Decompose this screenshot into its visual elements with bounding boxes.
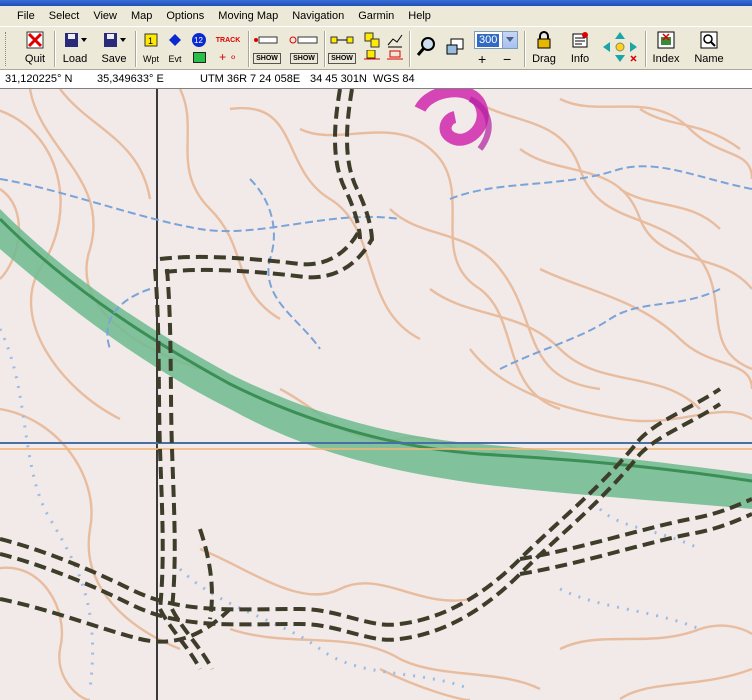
menu-garmin[interactable]: Garmin <box>351 6 401 26</box>
index-map-icon <box>657 30 675 50</box>
northing-readout: 34 45 301N <box>310 73 367 85</box>
toolbar-separator <box>324 31 326 67</box>
event-diamond-icon <box>168 30 182 50</box>
map-drawing <box>0 89 752 700</box>
zoom-magnifier-button[interactable] <box>414 30 438 68</box>
show-routes-label: SHOW <box>290 53 318 64</box>
route-tools-button[interactable] <box>361 30 383 68</box>
show-tracks-label: SHOW <box>253 53 281 64</box>
save-button[interactable]: Save <box>99 30 129 68</box>
latitude-readout: 31,120225° N <box>5 73 73 85</box>
utm-zone-readout: UTM 36R <box>200 73 248 85</box>
menu-help[interactable]: Help <box>401 6 438 26</box>
zoom-out-button[interactable]: − <box>503 52 511 66</box>
easting-readout: 7 24 058E <box>250 73 301 85</box>
route-measure-icon <box>364 49 380 63</box>
datum-readout: WGS 84 <box>373 73 415 85</box>
route-line-icon <box>289 30 319 50</box>
menu-options[interactable]: Options <box>159 6 211 26</box>
track-label: TRACK <box>215 36 241 44</box>
route-button[interactable]: 12 <box>188 30 210 68</box>
show-tracks-button[interactable]: SHOW <box>252 30 282 68</box>
magnifier-icon <box>416 30 436 64</box>
menu-file[interactable]: File <box>10 6 42 26</box>
profile-button[interactable] <box>384 30 406 68</box>
longitude-readout: 35,349633° E <box>97 73 164 85</box>
quit-label: Quit <box>24 53 46 65</box>
load-label: Load <box>62 53 88 65</box>
zoom-in-button[interactable]: + <box>478 52 486 66</box>
zoom-level-value: 300 <box>477 33 500 47</box>
drag-label: Drag <box>532 53 556 65</box>
route-tools-icon <box>363 30 381 50</box>
quit-button[interactable]: Quit <box>22 30 48 68</box>
chevron-down-icon[interactable] <box>502 32 517 48</box>
drag-button[interactable]: Drag <box>530 30 558 68</box>
menu-view[interactable]: View <box>86 6 124 26</box>
index-button[interactable]: Index <box>650 30 682 68</box>
route-green-icon <box>192 52 206 63</box>
name-search-icon <box>700 30 718 50</box>
quit-icon <box>26 30 44 50</box>
zoom-level-select[interactable]: 300 <box>474 31 518 49</box>
save-icon <box>102 30 126 50</box>
toolbar: Quit Load Save 1 Wpt Evt 12 TRACK + ∘ SH… <box>0 26 752 70</box>
wpt-label: Wpt <box>142 54 159 64</box>
toolbar-grip[interactable] <box>5 32 8 66</box>
toolbar-separator <box>135 31 137 67</box>
load-button[interactable]: Load <box>60 30 90 68</box>
route-number-icon: 12 <box>191 30 207 50</box>
toolbar-separator <box>248 31 250 67</box>
event-button[interactable]: Evt <box>164 30 186 68</box>
track-button[interactable]: TRACK + ∘ <box>213 30 243 68</box>
load-icon <box>63 30 87 50</box>
menu-navigation[interactable]: Navigation <box>285 6 351 26</box>
index-label: Index <box>652 53 680 65</box>
pan-arrows-button[interactable] <box>599 30 641 68</box>
menu-bar: File Select View Map Options Moving Map … <box>0 6 752 26</box>
name-label: Name <box>694 53 724 65</box>
profile-measure-icon <box>387 50 403 63</box>
topographic-map-canvas[interactable] <box>0 89 752 700</box>
info-label: Info <box>570 53 590 65</box>
svg-text:1: 1 <box>148 36 153 46</box>
toolbar-separator <box>409 31 411 67</box>
toolbar-separator <box>645 31 647 67</box>
track-line-icon <box>253 30 281 50</box>
name-search-button[interactable]: Name <box>692 30 726 68</box>
evt-label: Evt <box>168 54 182 64</box>
profile-chart-icon <box>386 30 404 50</box>
svg-text:12: 12 <box>194 36 203 45</box>
waypoint-link-icon <box>330 30 354 50</box>
coordinate-status-bar: 31,120225° N 35,349633° E UTM 36R 7 24 0… <box>0 70 752 89</box>
waypoint-button[interactable]: 1 Wpt <box>140 30 162 68</box>
info-sheet-icon <box>571 30 589 50</box>
toolbar-separator <box>524 31 526 67</box>
overview-windows-icon <box>445 30 465 64</box>
menu-select[interactable]: Select <box>42 6 87 26</box>
track-plus-icon: + ∘ <box>219 50 237 64</box>
save-label: Save <box>101 53 127 65</box>
show-routes-button[interactable]: SHOW <box>288 30 320 68</box>
lock-icon <box>536 30 552 50</box>
waypoint-icon: 1 <box>144 30 158 50</box>
pan-arrows-icon <box>600 30 640 64</box>
toolbar-separator <box>54 31 56 67</box>
info-button[interactable]: Info <box>567 30 593 68</box>
show-waypoints-button[interactable]: SHOW <box>328 30 356 68</box>
menu-map[interactable]: Map <box>124 6 159 26</box>
show-waypoints-label: SHOW <box>328 53 356 64</box>
menu-moving-map[interactable]: Moving Map <box>211 6 285 26</box>
overview-button[interactable] <box>443 30 467 68</box>
